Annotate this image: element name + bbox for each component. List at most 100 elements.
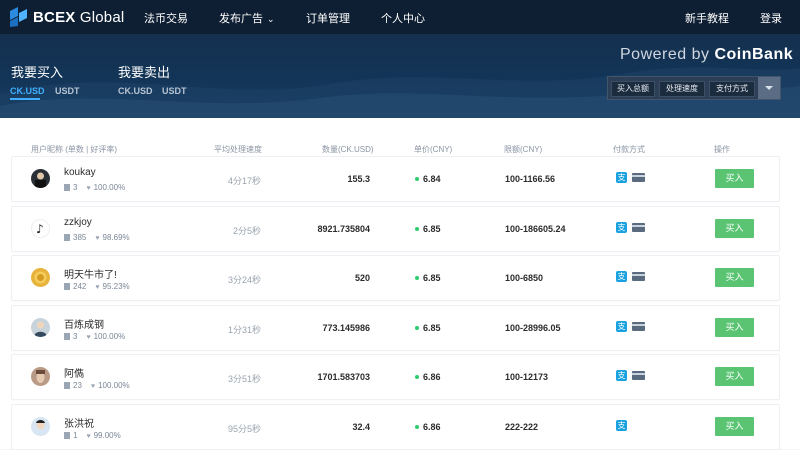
top-navbar: BCEX Global 法币交易 发布广告 ⌄ 订单管理 个人中心 新手教程 登录 <box>0 0 800 34</box>
table-row: 阿儁 23 ♥ 100.00% 3分51秒 1701.583703 6.86 100… <box>11 354 780 400</box>
user-name[interactable]: koukay <box>64 167 96 178</box>
unit-price: 6.86 <box>415 372 441 382</box>
brand-logo[interactable]: BCEX Global <box>10 7 124 27</box>
nav-profile[interactable]: 个人中心 <box>381 10 425 26</box>
quantity: 773.145986 <box>322 323 370 333</box>
quantity: 1701.583703 <box>317 372 370 382</box>
user-stats: 385 ♥ 98.69% <box>64 233 130 242</box>
col-header-price: 单价(CNY) <box>414 145 453 154</box>
filter-payment-method[interactable]: 支付方式 <box>709 81 755 97</box>
tab-buy-ckusd[interactable]: CK.USD <box>10 86 45 96</box>
user-name[interactable]: zzkjoy <box>64 217 92 228</box>
heart-icon: ♥ <box>95 235 100 242</box>
nav-fiat-trade[interactable]: 法币交易 <box>144 10 188 26</box>
status-dot-icon <box>415 177 419 181</box>
table-row: koukay 3 ♥ 100.00% 4分17秒 155.3 6.84 100-11… <box>11 156 780 202</box>
unit-price: 6.85 <box>415 224 441 234</box>
alipay-icon: 支 <box>616 222 627 233</box>
alipay-icon: 支 <box>616 321 627 332</box>
bcex-logo-icon <box>10 7 27 27</box>
limit-range: 100-186605.24 <box>505 224 566 234</box>
brand-name: BCEX Global <box>33 8 125 26</box>
chevron-down-icon: ⌄ <box>267 14 275 24</box>
quantity: 32.4 <box>352 422 370 432</box>
bank-card-icon <box>632 322 645 331</box>
buy-button[interactable]: 买入 <box>715 318 754 337</box>
buy-side-title[interactable]: 我要买入 <box>11 62 63 81</box>
col-header-action: 操作 <box>714 145 730 154</box>
heart-icon: ♥ <box>95 284 100 291</box>
bank-card-icon <box>632 371 645 380</box>
buy-button[interactable]: 买入 <box>715 169 754 188</box>
unit-price: 6.85 <box>415 273 441 283</box>
unit-price: 6.86 <box>415 422 441 432</box>
status-dot-icon <box>415 227 419 231</box>
table-row: 张洪祝 1 ♥ 99.00% 95分5秒 32.4 6.86 222-222 支 买… <box>11 404 780 450</box>
user-stats: 23 ♥ 100.00% <box>64 381 130 390</box>
col-header-quantity: 数量(CK.USD) <box>322 145 374 154</box>
user-name[interactable]: 阿儁 <box>64 365 84 380</box>
heart-icon: ♥ <box>90 383 96 390</box>
buy-button[interactable]: 买入 <box>715 417 754 436</box>
orders-icon <box>64 382 70 389</box>
filter-bar: 买入总额 处理速度 支付方式 <box>607 76 781 100</box>
orders-icon <box>64 184 70 191</box>
orders-icon <box>64 333 70 340</box>
col-header-limit: 限额(CNY) <box>504 145 543 154</box>
col-header-payment: 付款方式 <box>613 145 645 154</box>
unit-price: 6.85 <box>415 323 441 333</box>
user-name[interactable]: 明天牛市了! <box>64 266 117 281</box>
user-stats: 3 ♥ 100.00% <box>64 183 125 192</box>
avatar[interactable]: ♪ <box>31 219 50 238</box>
nav-orders[interactable]: 订单管理 <box>306 10 350 26</box>
buy-button[interactable]: 买入 <box>715 367 754 386</box>
user-stats: 3 ♥ 100.00% <box>64 332 125 341</box>
buy-button[interactable]: 买入 <box>715 268 754 287</box>
limit-range: 100-28996.05 <box>505 323 561 333</box>
avatar[interactable] <box>31 169 50 188</box>
nav-post-ad[interactable]: 发布广告 ⌄ <box>219 10 275 26</box>
user-name[interactable]: 百炼成钢 <box>64 316 104 331</box>
market-hero: 我要买入 我要卖出 CK.USD USDT CK.USD USDT Powere… <box>0 34 800 118</box>
status-dot-icon <box>415 425 419 429</box>
col-header-speed: 平均处理速度 <box>214 145 262 154</box>
heart-icon: ♥ <box>86 334 91 341</box>
limit-range: 100-12173 <box>505 372 549 382</box>
user-stats: 242 ♥ 95.23% <box>64 282 130 291</box>
offer-list: 用户昵称 (单数 | 好评率) 平均处理速度 数量(CK.USD) 单价(CNY… <box>0 118 800 450</box>
heart-icon: ♥ <box>86 433 91 440</box>
bank-card-icon <box>632 173 645 182</box>
nav-tutorial[interactable]: 新手教程 <box>685 10 729 26</box>
filter-speed[interactable]: 处理速度 <box>659 81 705 97</box>
alipay-icon: 支 <box>616 420 627 431</box>
status-dot-icon <box>415 326 419 330</box>
buy-button[interactable]: 买入 <box>715 219 754 238</box>
avatar[interactable] <box>31 417 50 436</box>
avatar[interactable] <box>31 318 50 337</box>
alipay-icon: 支 <box>616 271 627 282</box>
alipay-icon: 支 <box>616 370 627 381</box>
table-row: 百炼成钢 3 ♥ 100.00% 1分31秒 773.145986 6.85 100… <box>11 305 780 351</box>
powered-by-coinbank: Powered by CoinBank <box>620 46 794 63</box>
avatar[interactable] <box>31 367 50 386</box>
status-dot-icon <box>415 375 419 379</box>
filter-buy-amount[interactable]: 买入总额 <box>611 81 655 97</box>
nav-login[interactable]: 登录 <box>760 10 782 26</box>
quantity: 8921.735804 <box>317 224 370 234</box>
bank-card-icon <box>632 272 645 281</box>
sell-side-title[interactable]: 我要卖出 <box>118 62 170 81</box>
active-tab-indicator <box>10 98 40 100</box>
tab-sell-ckusd[interactable]: CK.USD <box>118 86 153 96</box>
limit-range: 100-1166.56 <box>505 174 556 184</box>
filter-expand-icon[interactable] <box>758 77 780 99</box>
col-header-user: 用户昵称 (单数 | 好评率) <box>31 145 118 154</box>
user-name[interactable]: 张洪祝 <box>64 415 94 430</box>
orders-icon <box>64 283 70 290</box>
table-row: 明天牛市了! 242 ♥ 95.23% 3分24秒 520 6.85 100-685… <box>11 255 780 301</box>
svg-text:♪: ♪ <box>36 222 44 236</box>
tab-sell-usdt[interactable]: USDT <box>162 86 187 96</box>
unit-price: 6.84 <box>415 174 441 184</box>
tab-buy-usdt[interactable]: USDT <box>55 86 80 96</box>
avatar[interactable] <box>31 268 50 287</box>
status-dot-icon <box>415 276 419 280</box>
